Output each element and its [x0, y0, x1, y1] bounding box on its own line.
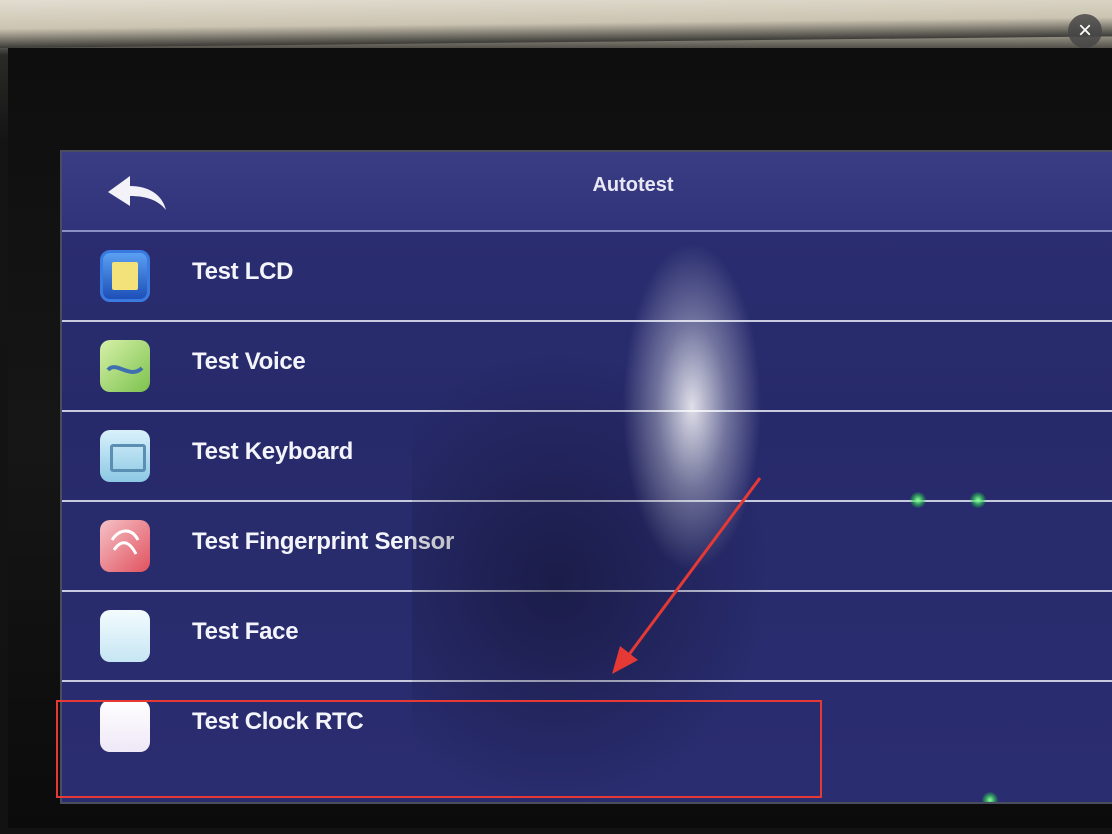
status-led — [970, 492, 986, 508]
status-led — [982, 792, 998, 802]
status-led — [910, 492, 926, 508]
menu-item-test-lcd[interactable]: Test LCD — [62, 232, 1112, 322]
highlight-box — [56, 700, 822, 798]
voice-icon — [100, 340, 150, 392]
menu-item-label: Test Voice — [192, 348, 306, 375]
lcd-icon — [100, 250, 150, 302]
page-title: Autotest — [592, 174, 674, 196]
menu-item-label: Test Keyboard — [192, 438, 354, 465]
menu-item-label: Test Fingerprint Sensor — [192, 528, 455, 555]
close-button[interactable]: × — [1068, 14, 1102, 48]
close-icon: × — [1077, 17, 1092, 44]
keyboard-icon — [100, 430, 150, 482]
menu-item-label: Test Face — [192, 618, 299, 645]
menu-item-test-keyboard[interactable]: Test Keyboard — [62, 412, 1112, 502]
menu-item-test-voice[interactable]: Test Voice — [62, 322, 1112, 412]
menu-item-test-face[interactable]: Test Face — [62, 592, 1112, 682]
menu-item-label: Test LCD — [192, 258, 294, 285]
screen-header: Autotest — [62, 152, 1112, 232]
fingerprint-icon — [100, 520, 150, 572]
menu-item-test-fingerprint-sensor[interactable]: Test Fingerprint Sensor — [62, 502, 1112, 592]
face-icon — [100, 610, 150, 662]
